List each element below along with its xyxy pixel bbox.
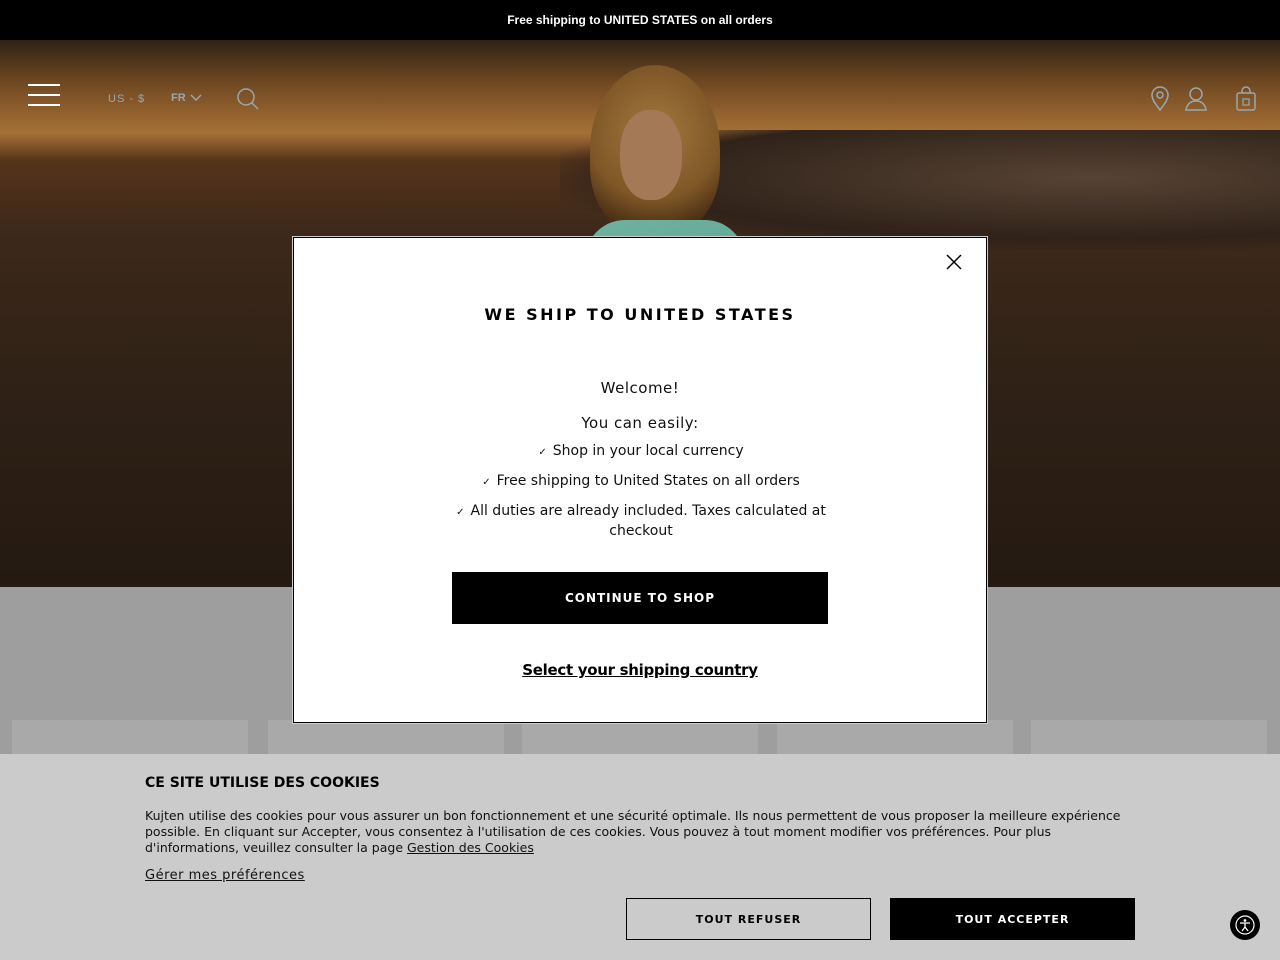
announcement-text: Free shipping to UNITED STATES on all or… bbox=[507, 13, 773, 27]
chevron-down-icon bbox=[190, 94, 202, 102]
welcome-text: Welcome! bbox=[600, 379, 680, 397]
manage-preferences-link[interactable]: Gérer mes préférences bbox=[145, 868, 305, 883]
intro-text: You can easily: bbox=[581, 414, 699, 432]
currency-selector[interactable]: US - $ bbox=[108, 93, 145, 105]
continue-to-shop-button[interactable]: CONTINUE TO SHOP bbox=[452, 572, 828, 624]
cookie-title: CE SITE UTILISE DES COOKIES bbox=[145, 775, 380, 791]
accept-all-button[interactable]: TOUT ACCEPTER bbox=[890, 898, 1135, 940]
site-header: US - $ FR bbox=[0, 60, 1280, 140]
shopping-bag-icon[interactable] bbox=[1234, 86, 1258, 112]
accessibility-icon[interactable] bbox=[1230, 910, 1260, 940]
check-icon: ✓ bbox=[538, 447, 547, 458]
cookie-policy-link[interactable]: Gestion des Cookies bbox=[407, 840, 534, 855]
hamburger-menu-icon[interactable] bbox=[28, 84, 60, 108]
user-icon[interactable] bbox=[1184, 86, 1208, 112]
modal-title: WE SHIP TO UNITED STATES bbox=[484, 305, 796, 324]
shipping-modal: WE SHIP TO UNITED STATES Welcome! You ca… bbox=[292, 236, 988, 724]
language-selector[interactable]: FR bbox=[171, 92, 202, 104]
location-pin-icon[interactable] bbox=[1148, 86, 1172, 112]
list-item: ✓ Shop in your local currency bbox=[538, 443, 744, 459]
list-item: ✓ All duties are already included. Taxes … bbox=[456, 503, 826, 539]
check-icon: ✓ bbox=[456, 507, 465, 518]
list-item: ✓ Free shipping to United States on all o… bbox=[482, 473, 800, 489]
cookie-banner: CE SITE UTILISE DES COOKIES Kujten utili… bbox=[0, 754, 1280, 960]
refuse-all-button[interactable]: TOUT REFUSER bbox=[626, 898, 871, 940]
language-label: FR bbox=[171, 92, 186, 104]
announcement-bar: Free shipping to UNITED STATES on all or… bbox=[0, 0, 1280, 40]
select-shipping-country-link[interactable]: Select your shipping country bbox=[293, 661, 987, 679]
close-icon[interactable] bbox=[945, 253, 963, 271]
search-icon[interactable] bbox=[236, 86, 260, 112]
check-icon: ✓ bbox=[482, 477, 491, 488]
benefits-list: ✓ Shop in your local currency ✓ Free shipp… bbox=[443, 442, 839, 550]
cookie-text: Kujten utilise des cookies pour vous ass… bbox=[145, 808, 1121, 855]
